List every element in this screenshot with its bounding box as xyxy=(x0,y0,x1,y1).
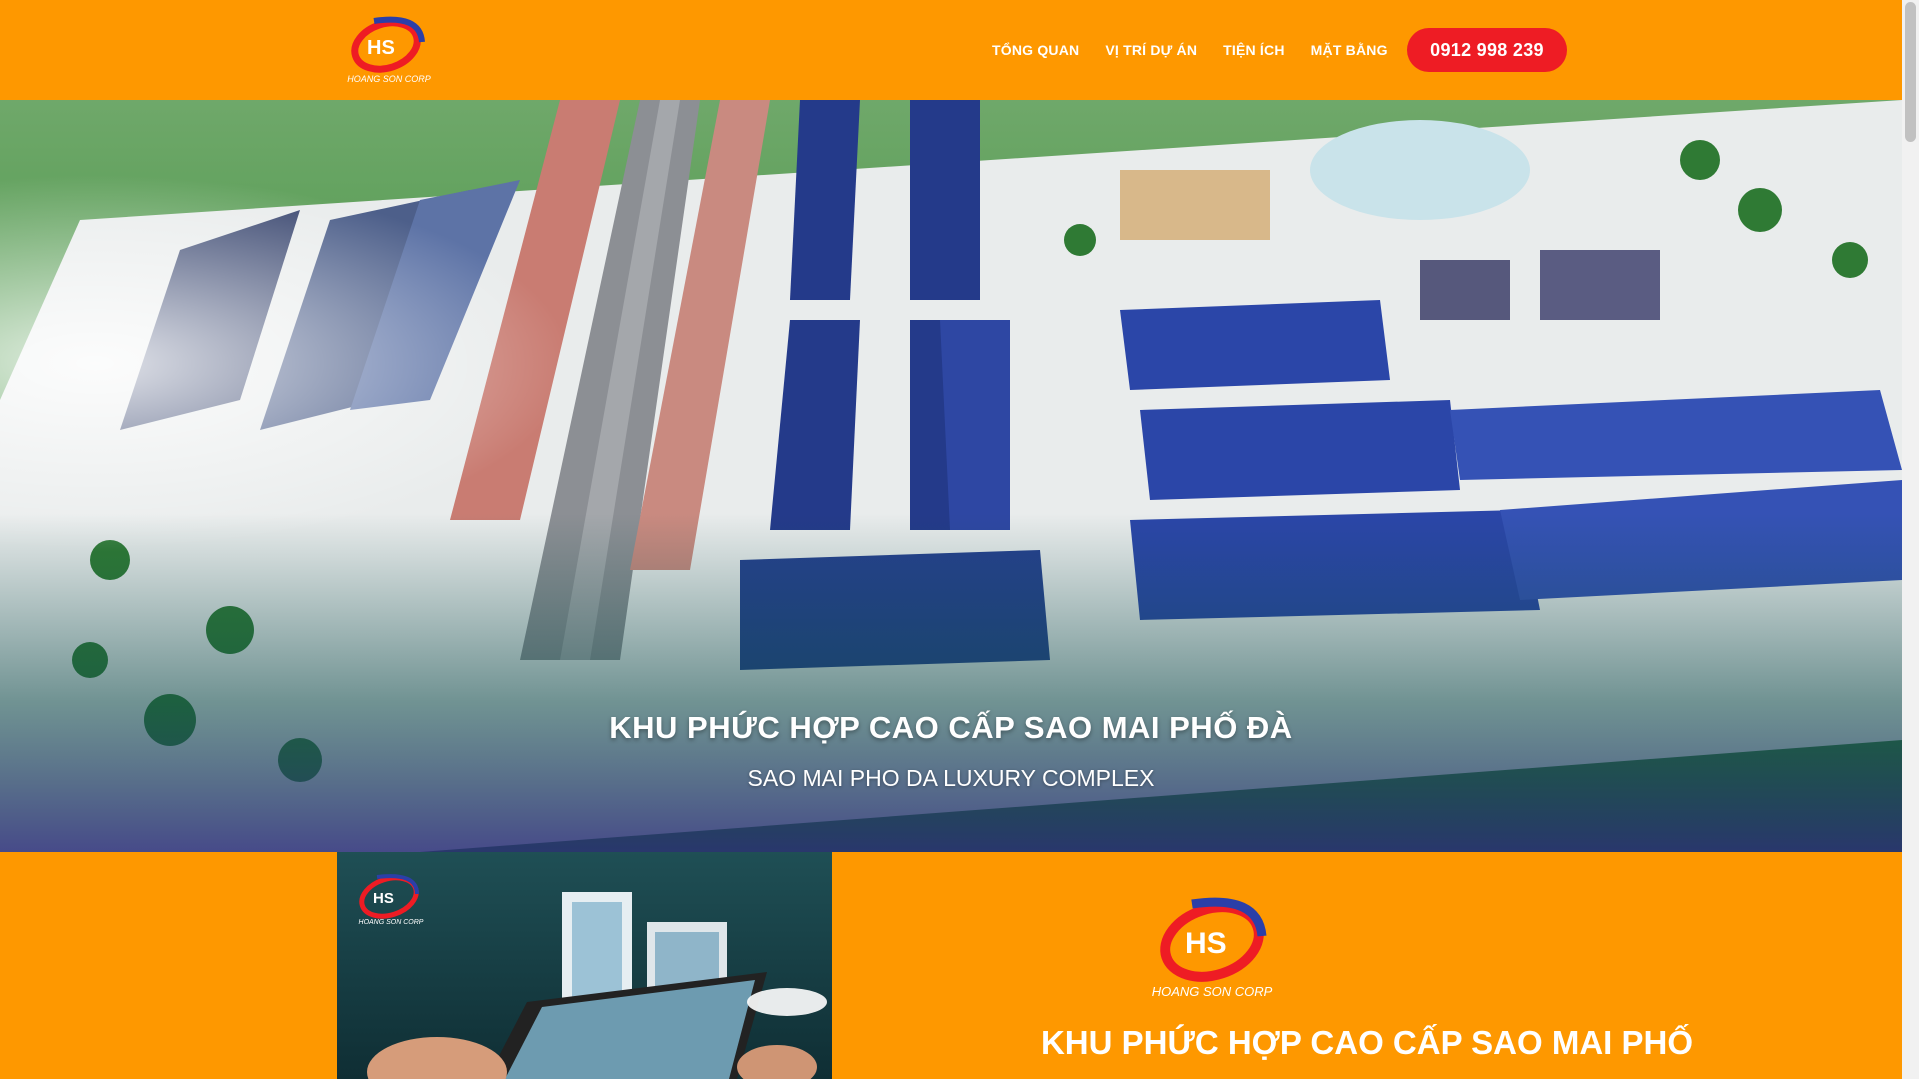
page-scrollbar[interactable] xyxy=(1902,0,1919,1079)
nav-tong-quan[interactable]: TỔNG QUAN xyxy=(992,42,1079,58)
hero-title: KHU PHỨC HỢP CAO CẤP SAO MAI PHỐ ĐÀ xyxy=(609,710,1293,745)
nav-vi-tri-du-an[interactable]: VỊ TRÍ DỰ ÁN xyxy=(1105,42,1197,58)
about-logo-caption: HOANG SON CORP xyxy=(1152,984,1273,999)
nav-mat-bang[interactable]: MẶT BẰNG xyxy=(1311,42,1388,58)
call-button[interactable]: 0912 998 239 xyxy=(1407,28,1567,72)
site-logo[interactable]: HS HOANG SON CORP xyxy=(334,12,444,88)
hero-subtitle: SAO MAI PHO DA LUXURY COMPLEX xyxy=(747,765,1155,791)
page: HS HOANG SON CORP TỔNG QUAN VỊ TRÍ DỰ ÁN… xyxy=(0,0,1902,1079)
site-header: HS HOANG SON CORP TỔNG QUAN VỊ TRÍ DỰ ÁN… xyxy=(0,0,1902,100)
about-title: KHU PHỨC HỢP CAO CẤP SAO MAI PHỐ xyxy=(1040,1024,1694,1061)
promo-logo-caption: HOANG SON CORP xyxy=(359,919,424,926)
scrollbar-thumb[interactable] xyxy=(1905,2,1916,142)
logo-caption: HOANG SON CORP xyxy=(347,74,431,84)
main-nav: TỔNG QUAN VỊ TRÍ DỰ ÁN TIỆN ÍCH MẶT BẰNG xyxy=(992,0,1414,100)
promo-logo-text: HS xyxy=(373,890,394,907)
promo-image: HS HOANG SON CORP xyxy=(337,852,832,1079)
hero-banner: KHU PHỨC HỢP CAO CẤP SAO MAI PHỐ ĐÀ SAO … xyxy=(0,100,1902,852)
logo-mark-text: HS xyxy=(367,37,395,59)
about-logo-text: HS xyxy=(1185,927,1227,960)
about-logo: HS HOANG SON CORP xyxy=(1130,890,1295,1000)
nav-tien-ich[interactable]: TIỆN ÍCH xyxy=(1223,42,1285,58)
about-section: HS HOANG SON CORP HS HOANG SON CORP KHU … xyxy=(0,852,1902,1079)
